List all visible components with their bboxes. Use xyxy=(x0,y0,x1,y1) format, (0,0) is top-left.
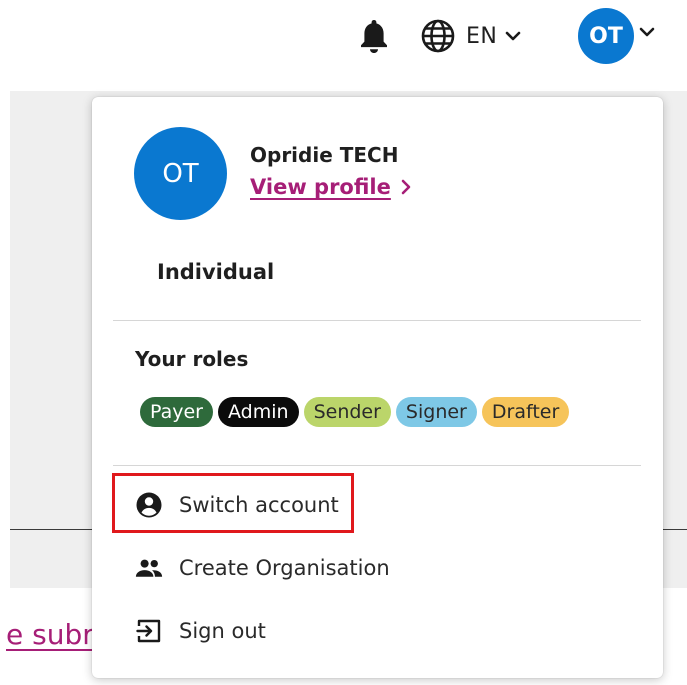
view-profile-label: View profile xyxy=(250,175,391,199)
create-organisation-item[interactable]: Create Organisation xyxy=(113,540,641,596)
role-chip-signer: Signer xyxy=(395,397,477,427)
switch-account-label: Switch account xyxy=(179,493,339,517)
roles-list: Payer Admin Sender Signer Drafter xyxy=(140,397,570,427)
account-circle-icon xyxy=(135,491,163,519)
chevron-right-icon xyxy=(401,179,411,195)
language-label: EN xyxy=(466,23,498,49)
user-menu-dropdown: OT Opridie TECH View profile Individual … xyxy=(92,97,663,678)
role-chip-payer: Payer xyxy=(140,397,213,427)
language-selector[interactable]: EN xyxy=(466,19,521,53)
top-bar: EN OT xyxy=(0,0,687,72)
account-type-label: Individual xyxy=(157,260,275,284)
chevron-down-icon[interactable] xyxy=(639,27,655,37)
view-profile-link[interactable]: View profile xyxy=(250,175,411,199)
role-chip-sender: Sender xyxy=(303,397,391,427)
sign-out-icon xyxy=(135,617,163,645)
user-avatar-button[interactable]: OT xyxy=(578,8,634,64)
roles-heading: Your roles xyxy=(135,347,249,371)
bell-icon xyxy=(361,20,387,53)
role-chip-admin: Admin xyxy=(218,397,299,427)
menu-divider xyxy=(113,320,641,321)
background-submit-link[interactable]: e subr xyxy=(6,618,96,651)
sign-out-label: Sign out xyxy=(179,619,266,643)
globe-icon xyxy=(421,19,455,53)
user-avatar: OT xyxy=(134,127,227,220)
people-icon xyxy=(135,554,163,582)
user-name: Opridie TECH xyxy=(250,143,399,167)
language-globe-button[interactable] xyxy=(420,18,456,54)
create-organisation-label: Create Organisation xyxy=(179,556,390,580)
notifications-button[interactable] xyxy=(357,17,391,55)
sign-out-item[interactable]: Sign out xyxy=(113,603,641,659)
switch-account-item[interactable]: Switch account xyxy=(113,477,641,533)
chevron-down-icon xyxy=(506,31,521,41)
menu-divider xyxy=(113,465,641,466)
role-chip-drafter: Drafter xyxy=(481,397,570,427)
